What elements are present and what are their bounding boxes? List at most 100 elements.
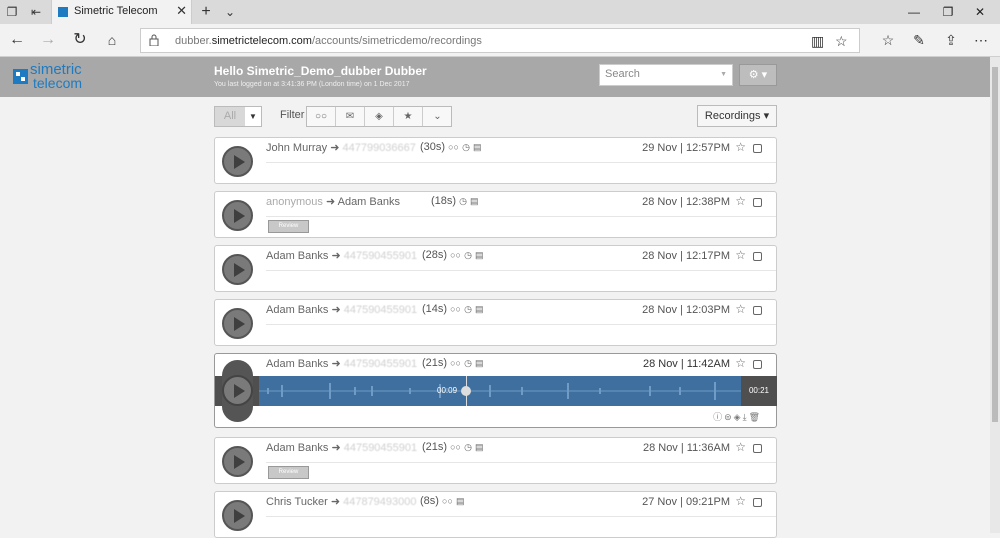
recordings-dropdown-button[interactable]: Recordings ▾ [697,105,777,127]
select-checkbox[interactable] [753,198,762,207]
reading-view-icon[interactable]: ▥ [811,33,824,50]
recording-date: 27 Nov | 09:21PM [642,496,730,508]
play-button-icon[interactable] [222,200,253,231]
star-filter-icon[interactable]: ★ [394,107,423,126]
more-filter-chevron-icon[interactable]: ⌄ [423,107,452,126]
play-button-icon[interactable] [222,308,253,339]
tag-filter-icon[interactable]: ◈ [365,107,394,126]
browser-address-bar: ← → ↻ ⌂ dubber.simetrictelecom.com/accou… [0,24,1000,57]
refresh-icon[interactable]: ↻ [69,30,91,50]
email-filter-icon[interactable]: ✉ [336,107,365,126]
duration: (28s) [422,249,448,261]
tag-icon[interactable]: ◈ [734,412,743,422]
all-button[interactable]: All [215,107,245,126]
select-checkbox[interactable] [753,360,762,369]
favorites-hub-icon[interactable]: ☆ [877,30,899,50]
review-badge[interactable]: Review [268,466,309,479]
search-input[interactable]: Search ▼ [599,64,733,86]
caller-name: anonymous [266,196,323,208]
recording-card[interactable]: anonymous ➜ Adam Banks (18s) ◷ ▤ 28 Nov … [214,191,777,238]
forward-icon[interactable]: → [37,30,59,50]
recording-card[interactable]: John Murray ➜ 447799036667 (30s) ○○ ◷ ▤ … [214,137,777,184]
search-dropdown-icon: ▼ [720,71,727,78]
duration: (30s) [420,141,446,153]
tab-preview-chevron-icon[interactable]: ⌄ [222,4,238,20]
select-checkbox[interactable] [753,252,762,261]
recording-card[interactable]: Adam Banks ➜ 447590455901 (28s) ○○ ◷ ▤ 2… [214,245,777,292]
new-tab-icon[interactable]: + [198,4,214,20]
close-window-icon[interactable]: ✕ [970,2,990,22]
waveform-bar [679,387,681,395]
favorite-star-icon[interactable]: ☆ [735,140,746,154]
voicemail-icon: ○○ [448,142,459,152]
web-note-icon[interactable]: ✎ [908,30,930,50]
share-icon[interactable]: ⇪ [940,30,962,50]
app-header: simetric telecom Hello Simetric_Demo_dub… [0,57,990,97]
waveform-bar [329,383,331,399]
arrow-right-icon: ➜ [331,304,341,316]
more-icon[interactable]: ⋯ [970,30,992,50]
clock-icon: ◷ [464,442,472,452]
callee-number: 447590455901 [343,304,418,316]
favorite-star-icon[interactable]: ☆ [735,248,746,262]
favorite-star-icon[interactable]: ☆ [735,356,746,370]
restore-icon[interactable]: ❐ [938,2,958,22]
delete-icon[interactable]: 🗑 [749,412,762,422]
close-tab-icon[interactable]: ✕ [176,3,187,19]
play-button-icon[interactable] [222,146,253,177]
home-icon[interactable]: ⌂ [101,30,123,50]
gear-icon: ⚙ ▾ [748,69,768,81]
url-field[interactable]: dubber.simetrictelecom.com/accounts/sime… [140,28,860,53]
recording-date: 28 Nov | 11:42AM [642,358,730,370]
notes-icon: ▤ [474,304,484,314]
favorite-star-icon[interactable]: ☆ [735,440,746,454]
waveform-bar [371,386,373,396]
favorite-star-icon[interactable]: ☆ [835,33,848,50]
waveform-bar [354,387,356,395]
callee-name: Adam Banks [337,196,400,208]
select-checkbox[interactable] [753,144,762,153]
caller-name: Adam Banks [266,442,329,454]
waveform[interactable] [259,376,741,406]
notes-icon: ▤ [474,358,484,368]
back-icon[interactable]: ← [6,30,28,50]
browser-tab[interactable]: Simetric Telecom ✕ [51,0,192,24]
play-button-icon[interactable] [222,254,253,285]
select-checkbox[interactable] [753,498,762,507]
recording-card[interactable]: Adam Banks ➜ 447590455901 (14s) ○○ ◷ ▤ 2… [214,299,777,346]
recording-card[interactable]: Chris Tucker ➜ 447879493000 (8s) ○○ ▤ 27… [214,491,777,538]
play-button-icon[interactable] [222,360,253,422]
caller-name: Adam Banks [266,358,329,370]
minimize-icon[interactable]: — [904,2,924,22]
share-icon[interactable]: ⊜ [724,412,734,422]
voicemail-filter-icon[interactable]: ○○ [307,107,336,126]
recording-card[interactable]: Adam Banks ➜ 447590455901 (21s) ○○ ◷ ▤ 2… [214,437,777,484]
play-button-icon[interactable] [222,446,253,477]
set-aside-tabs-icon[interactable]: ⇤ [28,4,44,20]
recording-card-active[interactable]: Adam Banks ➜ 447590455901 (21s) ○○ ◷ ▤ 2… [214,353,777,428]
scrollbar-thumb[interactable] [992,67,998,422]
last-login-text: You last logged on at 3:41:36 PM (London… [214,81,410,88]
tab-manager-icon[interactable]: ❐ [4,4,20,20]
select-checkbox[interactable] [753,444,762,453]
audio-player[interactable]: 00:09 00:21 [215,376,777,406]
review-badge[interactable]: Review [268,220,309,233]
playhead-handle[interactable] [461,386,471,396]
favorite-star-icon[interactable]: ☆ [735,302,746,316]
waveform-bar [267,388,269,394]
all-dropdown-icon[interactable]: ▼ [245,107,261,126]
play-button-icon[interactable] [222,500,253,531]
select-checkbox[interactable] [753,306,762,315]
favorite-star-icon[interactable]: ☆ [735,194,746,208]
page-scrollbar[interactable] [990,57,1000,533]
favorite-star-icon[interactable]: ☆ [735,494,746,508]
divider [266,270,776,271]
settings-button[interactable]: ⚙ ▾ [739,64,777,86]
recording-date: 28 Nov | 12:17PM [642,250,730,262]
waveform-bar [409,388,411,394]
tab-title: Simetric Telecom [74,5,158,17]
callee-number: 447799036667 [342,142,416,154]
voicemail-icon: ○○ [442,496,453,506]
info-icon[interactable]: ⓘ [713,412,724,422]
clock-icon: ◷ [464,358,472,368]
